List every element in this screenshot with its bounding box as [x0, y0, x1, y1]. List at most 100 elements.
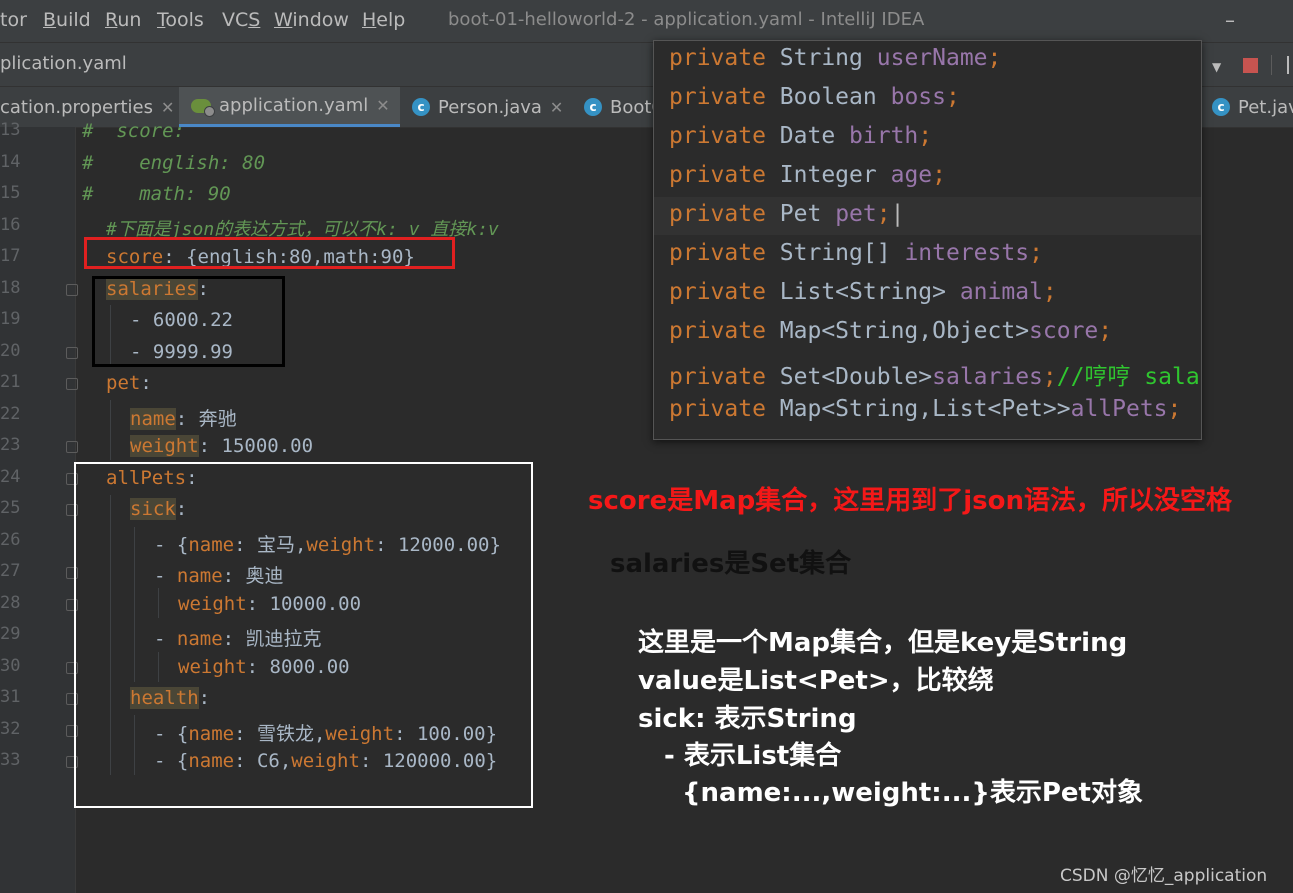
type: Set<Double> [779, 364, 933, 390]
field: birth [849, 123, 919, 149]
field: interests [904, 240, 1030, 266]
mnemonic-letter: T [157, 9, 166, 31]
semicolon: ; [1098, 318, 1113, 344]
line-number: 26 [0, 530, 21, 550]
menu-tools[interactable]: Tools [157, 9, 204, 31]
mnemonic-letter: B [43, 9, 57, 31]
code-line-15: # math: 90 [82, 183, 231, 205]
note-allpets-line5: {name:...,weight:...}表示Pet对象 [682, 778, 1143, 808]
fold-icon[interactable] [66, 284, 78, 296]
popup-line: private Set<Double>salaries;//哼哼 sala [669, 357, 1200, 391]
mnemonic-letter: W [274, 9, 293, 31]
popup-line: private Map<String,Object>score; [669, 318, 1112, 344]
semicolon: ; [945, 84, 960, 110]
menu-vcs[interactable]: VCS [222, 9, 260, 31]
menu-bar: tor Build Run Tools VCS Window Help boot… [0, 0, 1293, 42]
mnemonic-letter: S [248, 9, 261, 31]
type: Map<String,Object> [779, 318, 1030, 344]
semicolon: ; [918, 123, 933, 149]
field: boss [890, 84, 946, 110]
keyword: private [669, 396, 766, 422]
mnemonic-letter: H [362, 9, 377, 31]
menu-editor[interactable]: tor [0, 9, 27, 31]
code-line-13: # score: [82, 120, 185, 142]
yaml-value: : 15000.00 [198, 435, 314, 457]
note-allpets-line1: 这里是一个Map集合，但是key是String [638, 628, 1128, 658]
yaml-key: name [130, 408, 176, 430]
field: score [1029, 318, 1099, 344]
close-icon[interactable]: ✕ [550, 98, 563, 117]
tab-pet-java[interactable]: c Pet.jav [1212, 87, 1293, 127]
tab-label: application.yaml [219, 95, 369, 116]
window-title: boot-01-helloworld-2 - application.yaml … [448, 9, 925, 30]
popup-line: private String userName; [669, 45, 1001, 71]
tab-label: Person.java [438, 96, 542, 118]
type: Map<String,List<Pet>> [779, 396, 1071, 422]
menu-window[interactable]: Window [274, 9, 349, 31]
menu-help[interactable]: Help [362, 9, 405, 31]
note-allpets-line4: - 表示List集合 [664, 741, 842, 771]
field: animal [959, 279, 1043, 305]
keyword: private [669, 318, 766, 344]
code-snippet-popup: private String userName; private Boolean… [653, 40, 1202, 440]
fold-icon[interactable] [66, 378, 78, 390]
popup-line: private Date birth; [669, 123, 932, 149]
minimize-icon[interactable]: – [1225, 8, 1235, 32]
toolbar-edge-icon[interactable] [1287, 56, 1289, 74]
tab-application-yaml[interactable]: application.yaml ✕ [179, 87, 400, 127]
type: Date [779, 123, 836, 149]
note-allpets-line2: value是List<Pet>，比较绕 [638, 666, 994, 696]
keyword: private [669, 201, 766, 227]
line-number: 14 [0, 152, 21, 172]
line-number: 16 [0, 215, 21, 235]
line-number: 20 [0, 341, 21, 361]
popup-line: private List<String> animal; [669, 279, 1057, 305]
popup-line: private Pet pet;| [669, 201, 904, 227]
code-line-14: # english: 80 [82, 152, 266, 174]
indent-guide [110, 400, 111, 460]
fold-icon[interactable] [66, 347, 78, 359]
yaml-value: : 奔驰 [175, 408, 237, 430]
line-number: 23 [0, 435, 21, 455]
popup-line: private Integer age; [669, 162, 946, 188]
popup-line: private String[] interests; [669, 240, 1043, 266]
menu-run[interactable]: Run [105, 9, 141, 31]
class-icon: c [584, 98, 602, 116]
class-icon: c [412, 98, 430, 116]
type: List<String> [779, 279, 946, 305]
line-number: 17 [0, 246, 21, 266]
breadcrumb[interactable]: plication.yaml [0, 53, 127, 74]
line-number: 28 [0, 593, 21, 613]
line-number: 24 [0, 467, 21, 487]
line-number: 25 [0, 498, 21, 518]
fold-icon[interactable] [66, 441, 78, 453]
note-score-map: score是Map集合，这里用到了json语法，所以没空格 [588, 486, 1232, 516]
close-icon[interactable]: ✕ [376, 96, 389, 115]
type: Integer [779, 162, 877, 188]
line-number: 27 [0, 561, 21, 581]
semicolon: ; [1042, 279, 1057, 305]
mnemonic-letter: R [105, 9, 118, 31]
tab-label: cation.properties [0, 96, 153, 118]
field: allPets [1070, 396, 1168, 422]
chevron-down-icon[interactable]: ▼ [1212, 60, 1221, 74]
close-icon[interactable]: ✕ [161, 98, 174, 117]
popup-line: private Boolean boss; [669, 84, 960, 110]
yaml-key: weight [130, 435, 199, 457]
menu-build[interactable]: Build [43, 9, 91, 31]
class-icon: c [1212, 98, 1230, 116]
semicolon: ; [932, 162, 946, 188]
line-number: 33 [0, 750, 21, 770]
type: Pet [779, 201, 822, 227]
code-line-23: weight: 15000.00 [130, 435, 313, 457]
field: age [890, 162, 933, 188]
tab-person-java[interactable]: c Person.java ✕ [412, 87, 573, 127]
yaml-key: pet [106, 372, 141, 394]
line-number: 15 [0, 183, 21, 203]
semicolon: ; [876, 201, 891, 227]
semicolon: ; [987, 45, 1002, 71]
line-number: 21 [0, 372, 21, 392]
line-number: 31 [0, 687, 21, 707]
stop-icon[interactable] [1243, 58, 1258, 73]
tab-boot-application[interactable]: c BootC [584, 87, 664, 127]
